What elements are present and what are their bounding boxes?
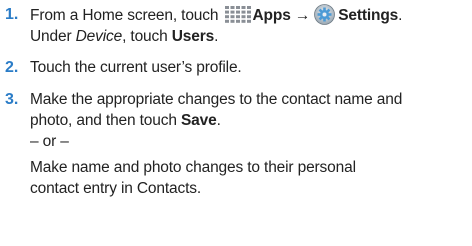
step-3-line-2: photo, and then touch Save. <box>30 110 468 131</box>
step-number: 2. <box>5 59 19 76</box>
save-label: Save <box>180 112 217 129</box>
step-3-text: . <box>216 112 221 129</box>
instructions-document: 1. From a Home screen, touch Apps → Sett… <box>0 0 472 246</box>
settings-gear-icon <box>314 4 336 25</box>
device-label: Device <box>75 28 123 45</box>
step-1-text: , touch <box>122 28 172 45</box>
step-1-text: From a Home screen, touch <box>30 7 223 24</box>
step-2-line-1: Touch the current user’s profile. <box>30 59 242 76</box>
apps-grid-icon <box>224 6 251 23</box>
step-1-line-2: Under Device, touch Users. <box>30 26 468 47</box>
step-number: 1. <box>5 6 19 23</box>
step-3-alt-line-1: Make name and photo changes to their per… <box>30 159 356 176</box>
users-label: Users <box>171 28 215 45</box>
arrow-glyph: → <box>294 7 311 24</box>
step-text: From a Home screen, touch Apps → Setting… <box>30 4 468 47</box>
step-3-alt-line-2: contact entry in Contacts. <box>30 180 201 197</box>
step-text: Make the appropriate changes to the cont… <box>30 89 468 199</box>
step-text: Touch the current user’s profile. <box>30 57 468 78</box>
step-number: 3. <box>5 91 19 108</box>
step-3-text: photo, and then touch <box>30 112 181 129</box>
step-1-text: . <box>214 28 219 45</box>
apps-label: Apps <box>252 7 291 24</box>
step-3-line-1: Make the appropriate changes to the cont… <box>30 91 403 108</box>
step-1-text: Under <box>30 28 76 45</box>
step-1-line-1: From a Home screen, touch Apps → Setting… <box>30 4 468 26</box>
step-1-text: . <box>398 7 403 24</box>
or-separator: – or – <box>30 133 69 150</box>
settings-label: Settings <box>338 7 399 24</box>
